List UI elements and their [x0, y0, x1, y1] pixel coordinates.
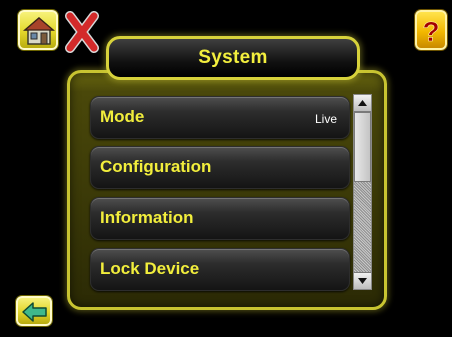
page-title-container: System	[106, 36, 360, 80]
scroll-up-button[interactable]	[354, 95, 371, 112]
home-button[interactable]	[18, 10, 58, 50]
menu-item-value: Live	[314, 112, 337, 126]
menu-item-mode[interactable]: Mode Live	[90, 96, 350, 139]
back-arrow-icon	[22, 302, 47, 322]
close-icon	[65, 11, 99, 53]
system-screen: ? System Mode Live Configuration Informa…	[0, 0, 452, 337]
system-menu-list: Mode Live Configuration Information Lock…	[90, 95, 352, 293]
menu-item-label: Mode	[100, 107, 145, 126]
home-icon	[23, 17, 55, 45]
help-button[interactable]: ?	[415, 10, 447, 50]
chevron-down-icon	[358, 278, 367, 284]
menu-item-label: Lock Device	[100, 259, 200, 278]
svg-text:?: ?	[422, 16, 439, 47]
menu-item-configuration[interactable]: Configuration	[90, 146, 350, 189]
back-button[interactable]	[16, 296, 52, 326]
page-title: System	[198, 47, 268, 68]
menu-item-information[interactable]: Information	[90, 197, 350, 240]
scroll-thumb[interactable]	[354, 112, 371, 182]
menu-item-label: Information	[100, 208, 194, 227]
chevron-up-icon	[358, 100, 367, 106]
scroll-down-button[interactable]	[354, 272, 371, 289]
menu-item-label: Configuration	[100, 157, 212, 176]
menu-item-lock-device[interactable]: Lock Device	[90, 248, 350, 291]
help-icon: ?	[422, 16, 440, 48]
close-button[interactable]	[64, 10, 102, 54]
menu-scrollbar[interactable]	[353, 94, 372, 290]
